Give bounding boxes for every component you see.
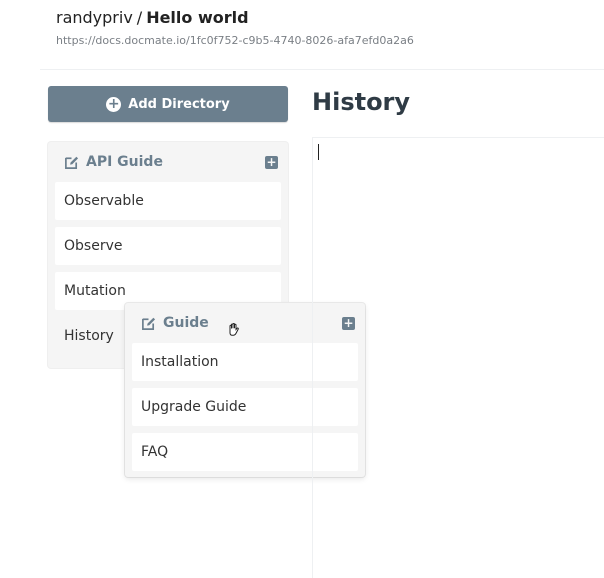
page-item-observable[interactable]: Observable — [55, 182, 281, 220]
grab-hand-icon — [229, 323, 239, 336]
plus-square-icon[interactable]: + — [265, 155, 278, 169]
directory-header: API Guide + — [48, 142, 288, 182]
page-title: History — [312, 88, 411, 116]
breadcrumb: randypriv / Hello world — [56, 6, 596, 30]
text-caret — [318, 144, 319, 160]
doc-url[interactable]: https://docs.docmate.io/1fc0f752-c9b5-47… — [56, 34, 596, 47]
editor-content[interactable] — [313, 138, 604, 578]
owner-name[interactable]: randypriv — [56, 8, 133, 27]
doc-name: Hello world — [146, 8, 249, 27]
plus-circle-icon: + — [106, 96, 122, 112]
breadcrumb-separator: / — [136, 8, 143, 27]
add-directory-label: Add Directory — [128, 96, 230, 112]
docmate-page: randypriv / Hello world https://docs.docma… — [0, 0, 604, 578]
add-directory-button[interactable]: + Add Directory — [48, 86, 288, 122]
header-divider — [40, 69, 604, 70]
directory-title[interactable]: API Guide — [86, 154, 265, 170]
page-item-observe[interactable]: Observe — [55, 227, 281, 265]
edit-icon[interactable] — [141, 316, 156, 331]
edit-icon[interactable] — [64, 155, 79, 170]
doc-header: randypriv / Hello world https://docs.docma… — [56, 6, 596, 47]
